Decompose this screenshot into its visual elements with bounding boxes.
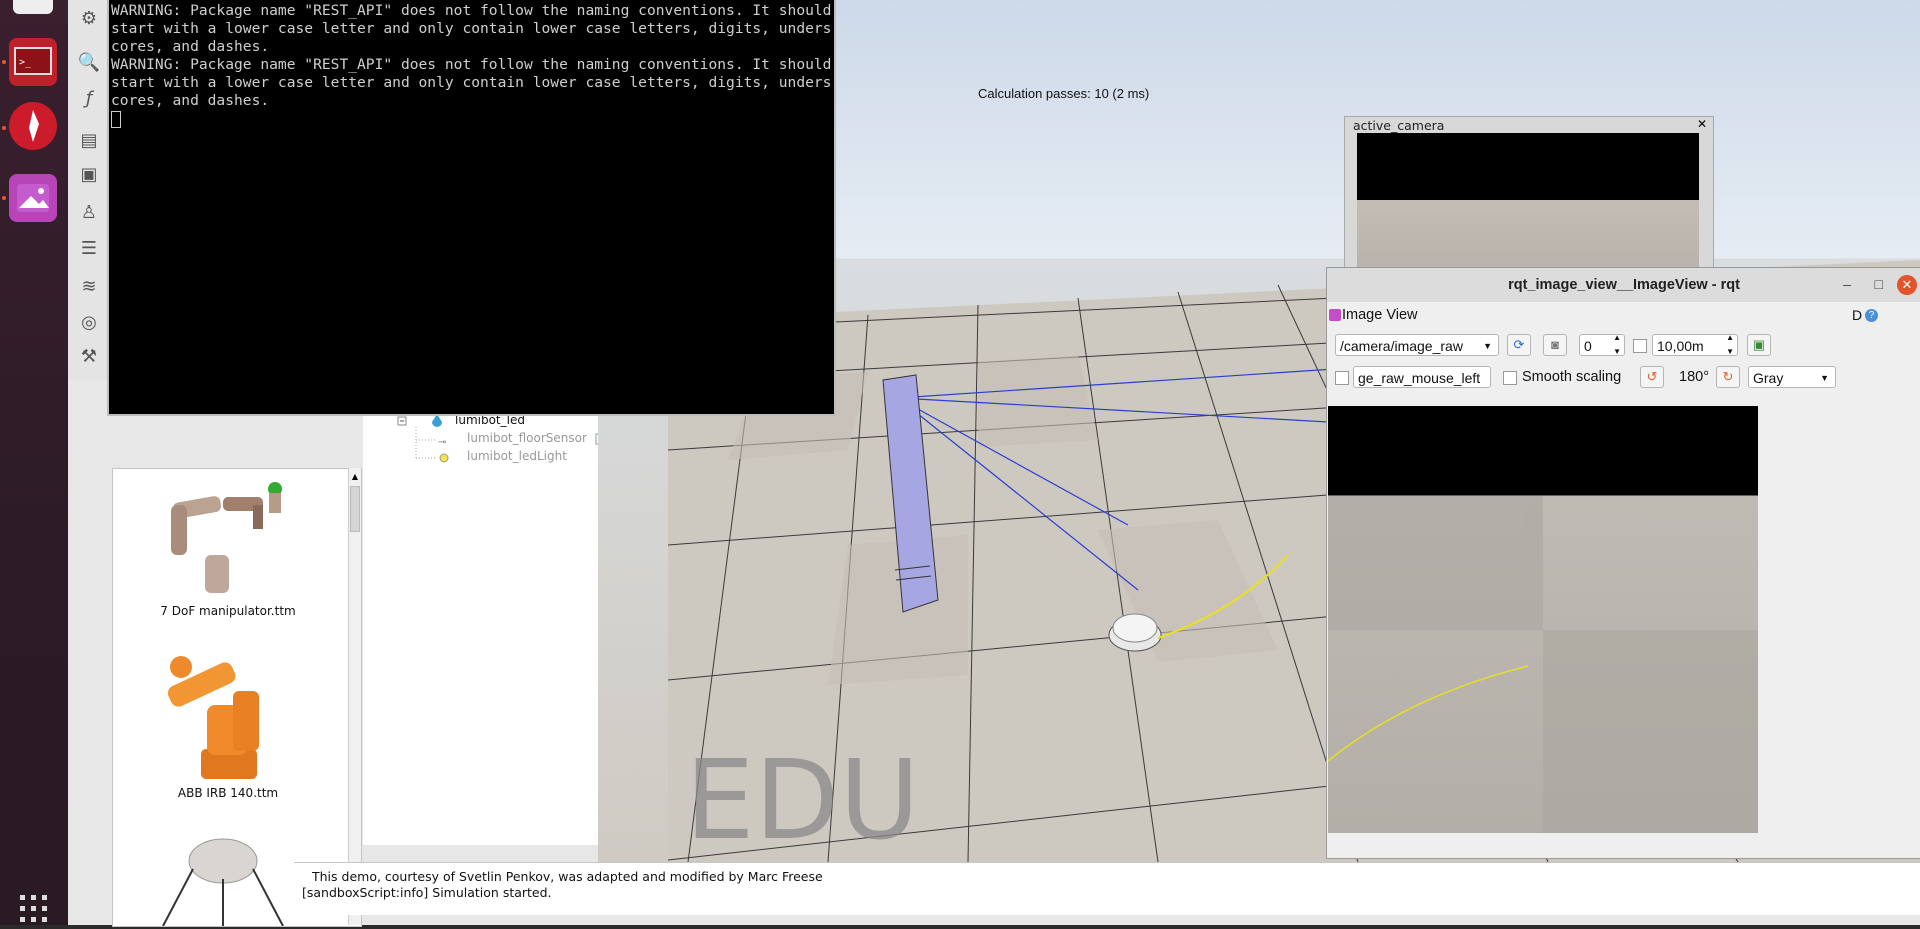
- rqt-image-view-window[interactable]: rqt_image_view__ImageView - rqt – □ ✕ Im…: [1326, 267, 1920, 859]
- smooth-scaling-checkbox[interactable]: [1503, 371, 1517, 385]
- chevron-down-icon: ▼: [1483, 341, 1492, 351]
- rqt-title-bar[interactable]: rqt_image_view__ImageView - rqt – □ ✕: [1327, 268, 1920, 302]
- robot-icon[interactable]: ♙: [76, 200, 102, 226]
- help-icon[interactable]: ?: [1865, 309, 1878, 322]
- zoom-fit-icon[interactable]: ◙: [1543, 334, 1567, 356]
- image-viewer-app-icon[interactable]: [9, 174, 57, 222]
- topic-select[interactable]: /camera/image_raw ▼: [1335, 334, 1499, 356]
- spin-arrows-icon: ▲ ▼: [1613, 333, 1621, 356]
- status-line-1: This demo, courtesy of Svetlin Penkov, w…: [312, 869, 823, 884]
- status-line-2: [sandboxScript:info] Simulation started.: [302, 885, 552, 900]
- film-icon[interactable]: ◎: [76, 310, 102, 336]
- tools-icon[interactable]: ⚒: [76, 344, 102, 370]
- close-icon[interactable]: ✕: [1897, 275, 1917, 295]
- layers-icon[interactable]: ≋: [76, 274, 102, 300]
- function-icon[interactable]: ƒ: [76, 86, 102, 112]
- tree-item-lumibot-floorsensor[interactable]: lumibot_floorSensor: [467, 431, 587, 445]
- scene-hierarchy-icon[interactable]: ☰: [76, 236, 102, 262]
- close-icon[interactable]: ✕: [1697, 117, 1707, 131]
- model-item-abb-irb140[interactable]: ABB IRB 140.ttm: [113, 786, 343, 800]
- delta-robot-thumbnail[interactable]: [133, 829, 313, 926]
- maximize-icon[interactable]: □: [1875, 276, 1883, 292]
- svg-text:⊸: ⊸: [438, 437, 446, 448]
- terminal-cursor: [111, 110, 121, 128]
- rotation-label: 180°: [1679, 369, 1709, 385]
- mouse-publish-checkbox[interactable]: [1335, 371, 1349, 385]
- scroll-up-icon[interactable]: ▲: [350, 472, 360, 482]
- sim-settings-icon[interactable]: ⚙: [76, 6, 102, 32]
- zoom-icon[interactable]: 🔍: [76, 50, 102, 76]
- page-icon[interactable]: ▤: [76, 128, 102, 154]
- window-title: rqt_image_view__ImageView - rqt: [1508, 277, 1740, 293]
- calculation-passes-label: Calculation passes: 10 (2 ms): [978, 86, 1150, 101]
- status-bar: This demo, courtesy of Svetlin Penkov, w…: [294, 862, 1920, 915]
- shapes-icon[interactable]: ▣: [76, 162, 102, 188]
- edu-watermark: EDU: [685, 736, 920, 862]
- plugin-debug-button[interactable]: D: [1852, 307, 1862, 323]
- chevron-down-icon: ▼: [1820, 373, 1829, 383]
- smooth-scaling-label: Smooth scaling: [1522, 369, 1622, 385]
- terminal-output: WARNING: Package name "REST_API" does no…: [111, 2, 832, 109]
- model-browser-scrollbar[interactable]: ▲: [348, 468, 361, 925]
- spin-value-input[interactable]: 0 ▲ ▼: [1579, 333, 1625, 356]
- terminal-app-icon[interactable]: >_: [9, 38, 57, 86]
- active-camera-image: [1357, 133, 1699, 267]
- coppeliasim-app-icon[interactable]: [9, 102, 57, 150]
- plugin-icon: [1329, 309, 1341, 321]
- mouse-topic-input[interactable]: ge_raw_mouse_left: [1353, 366, 1491, 388]
- model-item-7dof[interactable]: 7 DoF manipulator.ttm: [113, 604, 343, 618]
- terminal-window[interactable]: WARNING: Package name "REST_API" does no…: [107, 0, 836, 416]
- plugin-title: Image View: [1342, 307, 1418, 323]
- active-camera-view-window[interactable]: active_camera ✕: [1344, 116, 1714, 268]
- range-checkbox[interactable]: [1633, 339, 1647, 353]
- save-image-icon[interactable]: ▣: [1747, 334, 1771, 356]
- ubuntu-dock: >_: [0, 0, 68, 925]
- spin-arrows-icon: ▲ ▼: [1726, 333, 1734, 356]
- tree-item-lumibot-ledlight[interactable]: lumibot_ledLight: [467, 449, 567, 463]
- rotate-right-icon[interactable]: ↻: [1716, 366, 1740, 388]
- svg-text:>_: >_: [19, 57, 32, 68]
- manipulator-thumbnail[interactable]: [133, 475, 313, 600]
- files-icon[interactable]: [13, 0, 53, 14]
- minimize-icon[interactable]: –: [1843, 276, 1851, 292]
- refresh-topics-icon[interactable]: ⟳: [1507, 334, 1531, 356]
- model-browser: 7 DoF manipulator.ttm ABB IRB 140.ttm: [112, 468, 362, 927]
- left-toolbar: ⚙ 🔍 ƒ ▤ ▣ ♙ ☰ ≋ ◎ ⚒: [68, 0, 109, 380]
- abb-irb140-thumbnail[interactable]: [133, 645, 313, 785]
- max-range-input[interactable]: 10,00m ▲ ▼: [1652, 333, 1738, 356]
- camera-image[interactable]: [1328, 406, 1758, 833]
- active-camera-title: active_camera: [1353, 118, 1445, 133]
- colormap-select[interactable]: Gray ▼: [1748, 366, 1836, 388]
- show-applications-icon[interactable]: [18, 893, 50, 925]
- rotate-left-icon[interactable]: ↺: [1640, 366, 1664, 388]
